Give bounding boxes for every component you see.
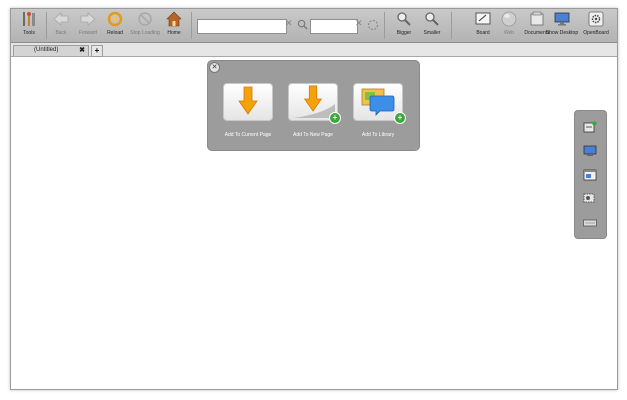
- close-tab-icon[interactable]: ✖: [79, 46, 85, 54]
- show-desktop-label: Show Desktop: [545, 30, 579, 36]
- forward-arrow-icon: [80, 12, 96, 26]
- tab-untitled[interactable]: (Untitled) ✖: [13, 45, 89, 56]
- board-icon: [475, 12, 491, 25]
- download-palette: ✕ Add To Current Page + Add To New Page: [207, 60, 420, 151]
- desktop-monitor-icon: [554, 12, 570, 26]
- separator: [191, 12, 192, 39]
- openboard-gear-icon: [588, 11, 604, 27]
- separator: [384, 12, 385, 39]
- capture-window-icon[interactable]: [583, 169, 597, 181]
- new-tab-button[interactable]: +: [91, 45, 103, 57]
- add-plus-icon: +: [329, 112, 341, 124]
- zoom-in-icon: [397, 12, 411, 26]
- capture-screen-icon[interactable]: [583, 145, 597, 157]
- web-globe-icon: [501, 11, 517, 27]
- tools-icon: [23, 12, 35, 26]
- keyboard-icon[interactable]: [583, 217, 597, 229]
- stop-icon: [138, 12, 152, 26]
- add-to-new-page-button[interactable]: + Add To New Page: [287, 83, 341, 138]
- capture-sidebar: [574, 110, 607, 239]
- show-desktop-button[interactable]: Show Desktop: [545, 11, 579, 41]
- smaller-label: Smaller: [423, 30, 441, 36]
- separator: [451, 12, 452, 39]
- home-icon: [166, 11, 182, 27]
- smaller-button[interactable]: Smaller: [415, 11, 449, 41]
- add-to-current-page-label: Add To Current Page: [224, 132, 272, 138]
- openboard-label: OpenBoard: [583, 30, 609, 36]
- url-field[interactable]: [197, 19, 287, 34]
- close-icon[interactable]: ✕: [209, 62, 220, 73]
- openboard-button[interactable]: OpenBoard: [579, 11, 613, 41]
- toolbar: Tools Back Forward Reload Stop Loading H…: [11, 9, 617, 43]
- documents-icon: [530, 11, 544, 26]
- capture-rectangle-icon[interactable]: [583, 193, 597, 205]
- search-icon: [297, 19, 308, 30]
- add-to-new-page-label: Add To New Page: [293, 132, 333, 138]
- zoom-out-icon: [425, 12, 439, 26]
- capture-add-icon[interactable]: [583, 121, 597, 133]
- loading-spinner-icon: [367, 19, 379, 31]
- tools-button[interactable]: Tools: [12, 11, 46, 41]
- reload-button[interactable]: Reload: [98, 11, 132, 41]
- back-arrow-icon: [53, 12, 69, 26]
- reload-label: Reload: [107, 30, 123, 36]
- add-to-library-label: Add To Library: [361, 132, 395, 138]
- clear-search-icon[interactable]: ✕: [355, 18, 363, 29]
- reload-icon: [107, 11, 123, 27]
- tab-bar: (Untitled) ✖ +: [11, 43, 617, 57]
- add-to-library-button[interactable]: + Add To Library: [352, 83, 406, 138]
- tools-label: Tools: [23, 30, 35, 36]
- down-arrow-icon: [238, 86, 258, 115]
- clear-url-icon[interactable]: ✕: [285, 18, 293, 29]
- add-to-current-page-button[interactable]: Add To Current Page: [222, 83, 274, 138]
- search-field[interactable]: [310, 19, 358, 34]
- down-arrow-icon: [303, 85, 323, 112]
- home-button[interactable]: Home: [157, 11, 191, 41]
- home-label: Home: [167, 30, 181, 36]
- library-images-icon: [361, 88, 395, 116]
- add-plus-icon: +: [394, 112, 406, 124]
- tab-title: (Untitled): [34, 47, 59, 53]
